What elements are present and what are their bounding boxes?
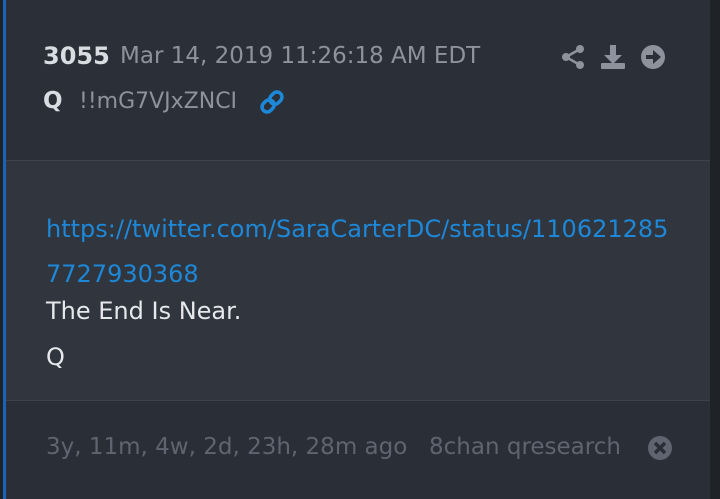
author-name: Q	[43, 88, 63, 114]
post-signature: Q	[46, 343, 65, 371]
link-icon[interactable]	[258, 88, 286, 116]
post-text-line: The End Is Near.	[46, 297, 242, 325]
download-icon[interactable]	[600, 44, 626, 70]
post-header: 3055 Mar 14, 2019 11:26:18 AM EDT Q !!mG…	[6, 0, 710, 161]
post-link[interactable]: https://twitter.com/SaraCarterDC/status/…	[46, 207, 676, 297]
post-card: 3055 Mar 14, 2019 11:26:18 AM EDT Q !!mG…	[3, 0, 710, 499]
post-age: 3y, 11m, 4w, 2d, 23h, 28m ago	[46, 434, 408, 460]
post-footer: 3y, 11m, 4w, 2d, 23h, 28m ago 8chan qres…	[6, 401, 710, 499]
post-date: Mar 14, 2019 11:26:18 AM EDT	[120, 43, 481, 69]
arrow-right-circle-icon[interactable]	[640, 44, 666, 70]
close-circle-icon[interactable]	[647, 435, 673, 461]
post-body: https://twitter.com/SaraCarterDC/status/…	[6, 161, 710, 401]
post-source: 8chan qresearch	[429, 434, 621, 460]
post-number[interactable]: 3055	[43, 42, 110, 70]
tripcode: !!mG7VJxZNCI	[79, 89, 238, 114]
share-icon[interactable]	[560, 44, 586, 70]
